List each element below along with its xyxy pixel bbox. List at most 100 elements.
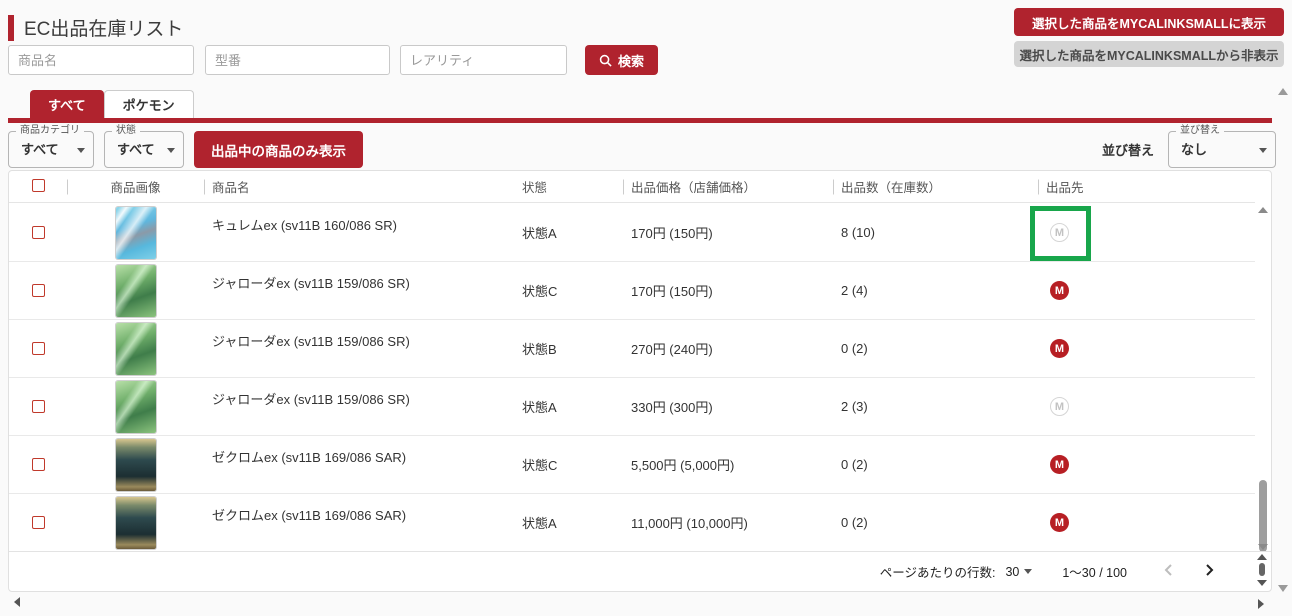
price-value: 170円 (150円)	[631, 284, 713, 299]
page-scroll-up-icon[interactable]	[1278, 88, 1288, 95]
quantity-value: 8 (10)	[841, 225, 875, 240]
price-value: 5,500円 (5,000円)	[631, 458, 735, 473]
filter-toolbar: 商品カテゴリ すべて 状態 すべて 出品中の商品のみ表示 並び替え 並び替え な…	[8, 125, 1284, 168]
product-name: ジャローダex (sv11B 159/086 SR)	[212, 392, 410, 407]
table-scrollbar[interactable]	[1256, 204, 1270, 553]
next-page-button[interactable]	[1200, 563, 1219, 580]
product-image	[115, 322, 156, 375]
quantity-value: 0 (2)	[841, 341, 868, 356]
price-value: 270円 (240円)	[631, 342, 713, 357]
row-checkbox[interactable]	[31, 400, 45, 413]
product-image	[115, 206, 156, 259]
table-row: ジャローダex (sv11B 159/086 SR) 状態C 170円 (150…	[9, 262, 1255, 320]
mycalinks-badge[interactable]: M	[1050, 223, 1069, 242]
model-number-input[interactable]	[205, 45, 390, 75]
rows-per-page-value[interactable]: 30	[1005, 565, 1019, 579]
header-price: 出品価格（店舗価格）	[623, 177, 833, 196]
quantity-value: 2 (3)	[841, 399, 868, 414]
listed-only-button[interactable]: 出品中の商品のみ表示	[194, 131, 363, 168]
condition-select-label: 状態	[112, 125, 140, 137]
mycalinks-badge[interactable]: M	[1050, 397, 1069, 416]
category-select-value: すべて	[21, 142, 59, 157]
product-name-input[interactable]	[8, 45, 194, 75]
bulk-action-buttons: 選択した商品をMYCALINKSMALLに表示 選択した商品をMYCALINKS…	[1014, 8, 1284, 67]
condition-select-value: すべて	[117, 142, 155, 157]
quantity-value: 2 (4)	[841, 283, 868, 298]
quantity-value: 0 (2)	[841, 515, 868, 530]
product-image	[115, 380, 156, 433]
product-image	[115, 264, 156, 317]
table-row: ジャローダex (sv11B 159/086 SR) 状態A 330円 (300…	[9, 378, 1255, 436]
condition-value: 状態B	[522, 342, 557, 357]
horizontal-scroll-right-icon[interactable]	[1258, 599, 1264, 609]
search-button[interactable]: 検索	[585, 45, 659, 75]
search-button-label: 検索	[618, 53, 645, 69]
scrollbar-thumb[interactable]	[1259, 563, 1265, 576]
title-accent-bar	[8, 14, 14, 41]
show-on-mycalinksmall-button[interactable]: 選択した商品をMYCALINKSMALLに表示	[1014, 8, 1284, 36]
condition-select[interactable]: 状態 すべて	[104, 125, 184, 168]
tab-all[interactable]: すべて	[30, 90, 104, 118]
table-footer: ページあたりの行数: 30 1～30 / 100	[9, 551, 1271, 591]
chevron-down-icon[interactable]	[1024, 569, 1033, 574]
header-condition: 状態	[522, 181, 548, 195]
footer-mini-scrollbar[interactable]	[1257, 554, 1267, 586]
page-title: EC出品在庫リスト	[24, 19, 184, 40]
header-name: 商品名	[204, 177, 514, 196]
search-icon	[599, 54, 612, 67]
chevron-right-icon	[1206, 564, 1214, 576]
scroll-down-icon[interactable]	[1257, 580, 1267, 586]
previous-page-button[interactable]	[1159, 563, 1178, 580]
sort-label: 並び替え	[1101, 143, 1154, 158]
product-name: ジャローダex (sv11B 159/086 SR)	[212, 276, 410, 291]
select-all-checkbox[interactable]	[31, 178, 45, 192]
category-tabs: すべて ポケモン	[30, 90, 194, 118]
tab-underline	[8, 118, 1272, 123]
row-checkbox[interactable]	[31, 458, 45, 471]
mycalinks-badge[interactable]: M	[1050, 455, 1069, 474]
category-select[interactable]: 商品カテゴリ すべて	[8, 125, 94, 168]
sort-select-label: 並び替え	[1176, 125, 1224, 137]
product-name: キュレムex (sv11B 160/086 SR)	[212, 218, 397, 233]
page-header: EC出品在庫リスト	[8, 14, 183, 41]
mycalinks-badge[interactable]: M	[1050, 513, 1069, 532]
header-quantity: 出品数（在庫数）	[833, 177, 1038, 196]
hide-from-mycalinksmall-button[interactable]: 選択した商品をMYCALINKSMALLから非表示	[1014, 41, 1284, 67]
mycalinks-badge[interactable]: M	[1050, 339, 1069, 358]
horizontal-scroll-left-icon[interactable]	[14, 597, 20, 607]
product-name: ジャローダex (sv11B 159/086 SR)	[212, 334, 410, 349]
header-image: 商品画像	[67, 177, 204, 196]
table-header-row: 商品画像 商品名 状態 出品価格（店舗価格） 出品数（在庫数） 出品先	[9, 171, 1255, 203]
condition-value: 状態C	[522, 284, 558, 299]
row-checkbox[interactable]	[31, 342, 45, 355]
page-scroll-down-icon[interactable]	[1278, 585, 1288, 592]
product-name: ゼクロムex (sv11B 169/086 SAR)	[212, 450, 407, 465]
price-value: 11,000円 (10,000円)	[631, 516, 748, 531]
tab-pokemon[interactable]: ポケモン	[103, 90, 194, 118]
price-value: 330円 (300円)	[631, 400, 713, 415]
quantity-value: 0 (2)	[841, 457, 868, 472]
chevron-down-icon	[77, 148, 85, 153]
scroll-up-icon[interactable]	[1257, 554, 1267, 560]
chevron-down-icon	[1259, 148, 1267, 153]
sort-select-value: なし	[1181, 142, 1208, 157]
row-checkbox[interactable]	[31, 284, 45, 297]
rarity-input[interactable]	[400, 45, 567, 75]
rows-per-page-label: ページあたりの行数:	[879, 566, 996, 580]
mycalinks-badge[interactable]: M	[1050, 281, 1069, 300]
header-destination: 出品先	[1038, 177, 1255, 196]
condition-value: 状態A	[522, 400, 557, 415]
product-image	[115, 496, 156, 549]
scrollbar-thumb[interactable]	[1259, 480, 1267, 552]
table-body: キュレムex (sv11B 160/086 SR) 状態A 170円 (150円…	[9, 204, 1255, 553]
scroll-up-icon[interactable]	[1258, 207, 1268, 213]
condition-value: 状態C	[522, 458, 558, 473]
row-checkbox[interactable]	[31, 516, 45, 529]
table-row: ゼクロムex (sv11B 169/086 SAR) 状態C 5,500円 (5…	[9, 436, 1255, 494]
row-checkbox[interactable]	[31, 226, 45, 239]
condition-value: 状態A	[522, 226, 557, 241]
scroll-down-icon[interactable]	[1258, 544, 1268, 550]
table-row: キュレムex (sv11B 160/086 SR) 状態A 170円 (150円…	[9, 204, 1255, 262]
sort-select[interactable]: 並び替え なし	[1168, 125, 1276, 168]
sort-controls: 並び替え 並び替え なし	[1101, 125, 1276, 168]
